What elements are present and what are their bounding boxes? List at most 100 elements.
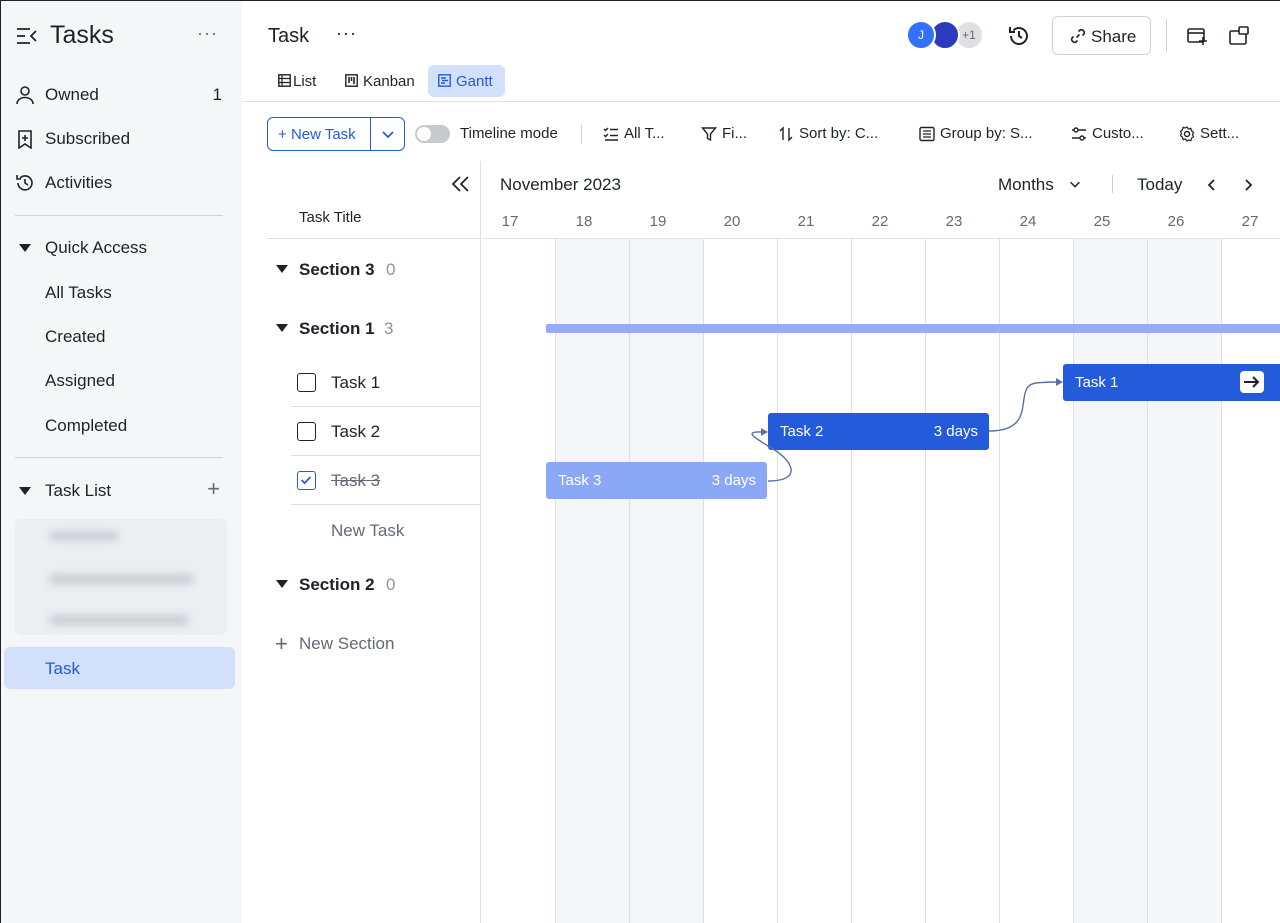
sidebar-divider [15, 457, 223, 458]
task-checkbox[interactable] [297, 373, 316, 392]
caret-down-icon[interactable] [276, 580, 288, 588]
tabs-divider [242, 101, 1280, 102]
filter-label: Fi... [722, 125, 747, 142]
sidebar-item-all-tasks[interactable]: All Tasks [45, 283, 112, 303]
chevron-right-icon[interactable] [1241, 178, 1255, 192]
gantt-bar-task-3[interactable]: Task 3 3 days [546, 462, 767, 499]
caret-down-icon [19, 487, 31, 495]
checkmark-icon [301, 476, 312, 485]
chevron-down-icon[interactable] [380, 126, 396, 142]
section-name: Section 1 [299, 319, 375, 338]
sidebar-item-activities[interactable]: Activities [1, 163, 242, 203]
day-label: 27 [1241, 213, 1259, 230]
section-row[interactable]: Section 2 0 [267, 565, 480, 605]
task-checkbox[interactable] [297, 422, 316, 441]
section-row[interactable]: Section 3 0 [267, 250, 480, 290]
task-row[interactable]: Task 2 [291, 407, 480, 456]
user-icon [16, 86, 34, 105]
day-column [1073, 239, 1147, 923]
open-window-icon[interactable] [1228, 25, 1250, 47]
tab-label: Kanban [363, 73, 415, 90]
checklist-icon [603, 127, 618, 141]
task-name[interactable]: Task 3 [331, 471, 380, 491]
avatar[interactable]: J [906, 20, 936, 50]
scroll-to-bar-button[interactable] [1240, 371, 1264, 393]
day-label: 26 [1167, 213, 1185, 230]
tab-label: Gantt [456, 73, 493, 90]
tab-list[interactable]: List [268, 65, 328, 97]
new-task-split [370, 118, 371, 150]
bar-duration: 3 days [933, 423, 978, 440]
share-button[interactable]: Share [1052, 16, 1151, 55]
day-column [703, 239, 777, 923]
day-label: 20 [723, 213, 741, 230]
sidebar-more-icon[interactable]: ··· [197, 23, 218, 44]
new-section-label: New Section [299, 634, 395, 653]
sidebar-item-assigned[interactable]: Assigned [45, 371, 115, 391]
history-icon[interactable] [1007, 24, 1031, 48]
blurred-item [49, 531, 119, 541]
task-name[interactable]: Task 2 [331, 422, 380, 442]
sidebar-collapse-icon[interactable] [16, 27, 38, 45]
sort-label: Sort by: C... [799, 125, 879, 142]
day-column [629, 239, 703, 923]
member-avatars[interactable]: J +1 [906, 20, 988, 52]
new-task-button[interactable]: + New Task [267, 117, 405, 151]
task-list-group[interactable]: Task List + [1, 471, 242, 511]
day-label: 25 [1093, 213, 1111, 230]
collapse-panel-icon[interactable] [449, 174, 471, 194]
sidebar-item-owned[interactable]: Owned 1 [1, 75, 242, 115]
sidebar-title: Tasks [50, 21, 114, 49]
section-name: Section 3 [299, 260, 375, 279]
day-column [777, 239, 851, 923]
add-window-icon[interactable] [1186, 25, 1208, 47]
sidebar-item-created[interactable]: Created [45, 327, 105, 347]
day-column [1221, 239, 1280, 923]
page-title: Task [268, 25, 310, 47]
new-task-inline[interactable]: New Task [331, 521, 404, 541]
chevron-left-icon[interactable] [1205, 178, 1219, 192]
sidebar-item-task[interactable]: Task [4, 647, 235, 689]
task-row[interactable]: Task 1 [291, 358, 480, 407]
tab-gantt[interactable]: Gantt [428, 65, 505, 97]
sidebar-item-label: Activities [45, 173, 113, 192]
timeline-mode-toggle[interactable] [415, 125, 450, 143]
page-more-icon[interactable]: ··· [336, 23, 357, 44]
arrow-right-icon [1244, 376, 1260, 388]
caret-down-icon[interactable] [276, 265, 288, 273]
caret-down-icon[interactable] [276, 324, 288, 332]
sidebar-item-completed[interactable]: Completed [45, 416, 127, 436]
share-label: Share [1091, 27, 1137, 46]
today-button[interactable]: Today [1137, 175, 1182, 195]
bar-duration: 3 days [711, 472, 756, 489]
bookmark-icon [18, 130, 32, 149]
kanban-icon [345, 74, 358, 87]
bar-label: Task 3 [558, 472, 602, 489]
task-checkbox-checked[interactable] [297, 471, 316, 490]
sidebar-item-subscribed[interactable]: Subscribed [1, 119, 242, 159]
scale-dropdown[interactable]: Months [998, 175, 1080, 195]
sidebar-item-label: Subscribed [45, 129, 131, 148]
column-header-task-title: Task Title [299, 209, 362, 226]
chevron-down-icon [1070, 181, 1080, 188]
section-summary-bar[interactable] [546, 324, 1280, 333]
task-name[interactable]: Task 1 [331, 373, 380, 393]
day-column [555, 239, 629, 923]
section-count: 3 [384, 319, 394, 338]
day-label: 17 [501, 213, 519, 230]
section-row[interactable]: Section 1 3 [267, 309, 480, 349]
day-label: 24 [1019, 213, 1037, 230]
gantt-bar-task-2[interactable]: Task 2 3 days [768, 413, 989, 450]
day-label: 19 [649, 213, 667, 230]
task-row[interactable]: Task 3 [291, 456, 480, 505]
day-column [851, 239, 925, 923]
day-label: 18 [575, 213, 593, 230]
add-task-list-icon[interactable]: + [207, 476, 220, 502]
gantt-bar-task-1[interactable]: Task 1 [1063, 364, 1280, 401]
section-name: Section 2 [299, 575, 375, 594]
new-task-text: New Task [290, 126, 356, 143]
blurred-task-lists [15, 519, 227, 635]
quick-access-group[interactable]: Quick Access [1, 228, 242, 268]
sidebar-header: Tasks ··· [1, 15, 242, 57]
tab-kanban[interactable]: Kanban [335, 65, 419, 97]
